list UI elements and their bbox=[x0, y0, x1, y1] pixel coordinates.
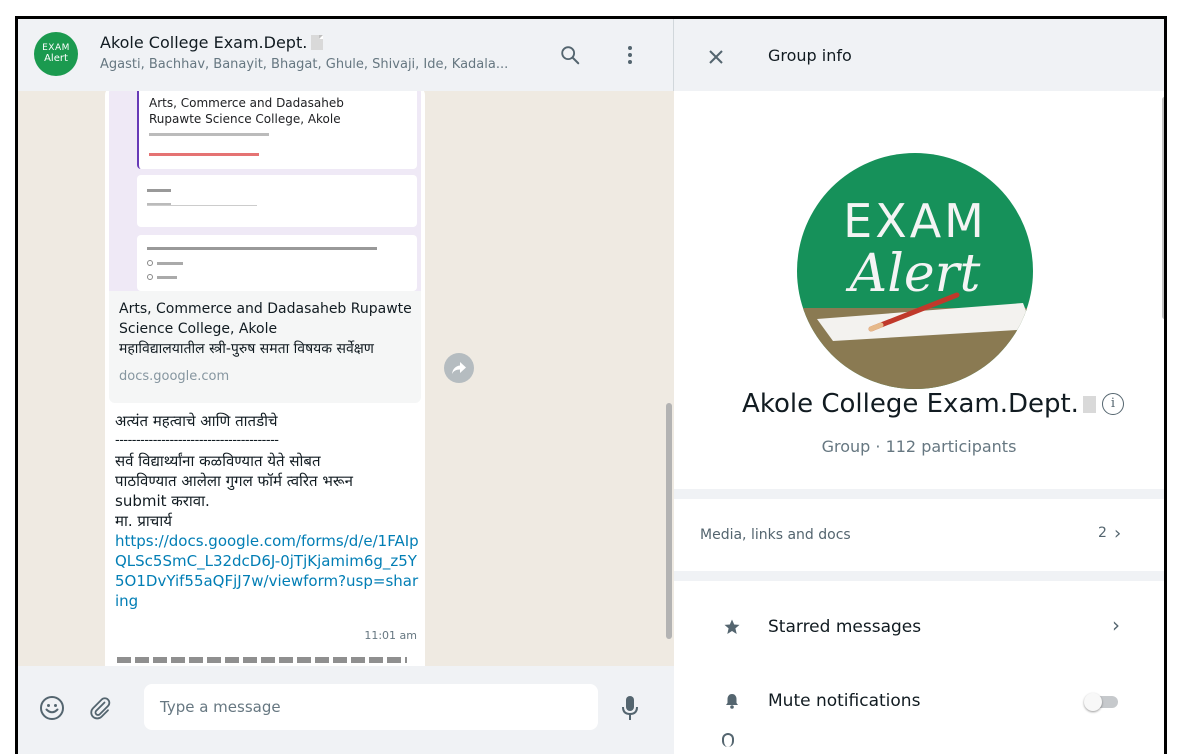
message-cut-text bbox=[117, 657, 407, 663]
mute-notifications-label: Mute notifications bbox=[768, 691, 921, 711]
chevron-right-icon: › bbox=[1112, 613, 1120, 637]
avatar-text-alert: Alert bbox=[44, 53, 68, 64]
chat-header[interactable]: EXAM Alert Akole College Exam.Dept. Agas… bbox=[18, 19, 674, 91]
chat-scrollbar[interactable] bbox=[666, 403, 672, 639]
link-preview[interactable]: Arts, Commerce and Dadasaheb Rupawte Sci… bbox=[109, 91, 421, 403]
preview-description: महाविद्यालयातील स्त्री-पुरुष समता विषयक … bbox=[119, 341, 374, 357]
group-meta: Group · 112 participants bbox=[821, 437, 1017, 456]
doc-icon bbox=[1082, 396, 1096, 413]
toggle-knob bbox=[1084, 693, 1102, 711]
group-name-text: Akole College Exam.Dept. bbox=[742, 389, 1079, 419]
mic-button[interactable] bbox=[614, 690, 646, 726]
message-input[interactable]: Type a message bbox=[144, 684, 598, 730]
app-window: EXAM Alert Akole College Exam.Dept. Agas… bbox=[15, 16, 1167, 754]
form-question-line bbox=[147, 247, 377, 250]
mute-notifications-row[interactable]: Mute notifications bbox=[674, 673, 1164, 733]
media-section[interactable]: Media, links and docs 2 › bbox=[674, 499, 1164, 571]
message-link[interactable]: https://docs.google.com/forms/d/e/1FAIpQ… bbox=[115, 531, 421, 611]
chat-pane: EXAM Alert Akole College Exam.Dept. Agas… bbox=[18, 19, 674, 754]
message-line: submit करावा. bbox=[115, 492, 210, 510]
emoji-button[interactable] bbox=[36, 692, 68, 724]
exam-alert-image: EXAM Alert bbox=[797, 153, 1033, 389]
group-info-pane: Group info EXAM Alert Akole College Exam… bbox=[674, 19, 1164, 754]
starred-messages-row[interactable]: Starred messages › bbox=[674, 599, 1164, 659]
form-radio-label bbox=[157, 262, 183, 265]
paperclip-icon bbox=[90, 697, 111, 720]
form-email-underline bbox=[147, 205, 257, 206]
message-list[interactable]: Arts, Commerce and Dadasaheb Rupawte Sci… bbox=[18, 91, 674, 666]
info-icon[interactable]: i bbox=[1102, 393, 1124, 415]
mic-icon bbox=[622, 696, 638, 720]
search-icon bbox=[561, 46, 580, 65]
form-card-email bbox=[137, 175, 417, 227]
form-thumbnail: Arts, Commerce and Dadasaheb Rupawte Sci… bbox=[109, 91, 421, 291]
group-photo[interactable]: EXAM Alert bbox=[797, 153, 1033, 389]
preview-title: Arts, Commerce and Dadasaheb Rupawte Sci… bbox=[119, 301, 412, 337]
group-info-title: Group info bbox=[768, 46, 852, 65]
message-text: अत्यंत महत्वाचे आणि तातडीचे ------------… bbox=[115, 411, 421, 611]
media-count: 2 bbox=[1098, 525, 1107, 541]
forward-icon bbox=[452, 362, 466, 374]
form-radio bbox=[147, 260, 153, 266]
media-label: Media, links and docs bbox=[700, 527, 851, 543]
message-line: पाठविण्यात आलेला गुगल फॉर्म त्वरित भरून bbox=[115, 472, 353, 490]
group-avatar[interactable]: EXAM Alert bbox=[34, 32, 78, 76]
chat-title[interactable]: Akole College Exam.Dept. bbox=[100, 33, 324, 52]
chat-title-text: Akole College Exam.Dept. bbox=[100, 33, 308, 52]
message-line: मा. प्राचार्य bbox=[115, 512, 172, 530]
composer: Type a message bbox=[18, 666, 674, 754]
star-icon bbox=[722, 617, 742, 637]
form-title: Arts, Commerce and Dadasaheb Rupawte Sci… bbox=[149, 96, 344, 126]
form-card-header: Arts, Commerce and Dadasaheb Rupawte Sci… bbox=[137, 91, 417, 169]
group-name[interactable]: Akole College Exam.Dept. bbox=[674, 389, 1164, 419]
close-icon bbox=[709, 50, 723, 64]
mute-toggle[interactable] bbox=[1084, 693, 1120, 711]
message-separator: --------------------------------------- bbox=[115, 433, 279, 448]
chevron-right-icon: › bbox=[1114, 523, 1122, 544]
next-row-icon bbox=[722, 733, 734, 747]
menu-icon bbox=[628, 46, 632, 64]
message-time: 11:01 am bbox=[364, 629, 417, 642]
message-bubble-next[interactable] bbox=[105, 653, 425, 666]
group-info-header: Group info bbox=[674, 19, 1164, 91]
preview-domain: docs.google.com bbox=[119, 369, 230, 384]
close-button[interactable] bbox=[704, 45, 728, 69]
settings-section: Starred messages › Mute notifications bbox=[674, 581, 1164, 754]
attach-button[interactable] bbox=[84, 692, 116, 724]
form-radio bbox=[147, 274, 153, 280]
form-card-question bbox=[137, 235, 417, 291]
info-scrollbar[interactable] bbox=[1162, 97, 1164, 319]
doc-icon bbox=[311, 35, 324, 50]
form-subtitle-line bbox=[149, 133, 269, 136]
avatar-text-alert: Alert bbox=[846, 244, 981, 304]
avatar-text-exam: EXAM bbox=[843, 194, 987, 248]
bell-icon bbox=[722, 691, 742, 711]
group-profile-card: EXAM Alert Akole College Exam.Dept. i Gr… bbox=[674, 91, 1164, 489]
avatar-text-exam: EXAM bbox=[42, 43, 70, 53]
chat-participants: Agasti, Bachhav, Banayit, Bhagat, Ghule,… bbox=[100, 57, 509, 72]
form-radio-label bbox=[157, 276, 177, 279]
message-line: सर्व विद्यार्थ्यांना कळविण्यात येते सोबत bbox=[115, 452, 321, 470]
forward-button[interactable] bbox=[444, 353, 474, 383]
emoji-icon bbox=[40, 696, 64, 720]
message-line: अत्यंत महत्वाचे आणि तातडीचे bbox=[115, 412, 278, 430]
search-button[interactable] bbox=[554, 39, 586, 71]
menu-button[interactable] bbox=[614, 39, 646, 71]
form-required-line bbox=[149, 153, 259, 156]
starred-messages-label: Starred messages bbox=[768, 617, 922, 637]
message-bubble[interactable]: Arts, Commerce and Dadasaheb Rupawte Sci… bbox=[105, 91, 425, 666]
form-email-label bbox=[147, 189, 171, 192]
